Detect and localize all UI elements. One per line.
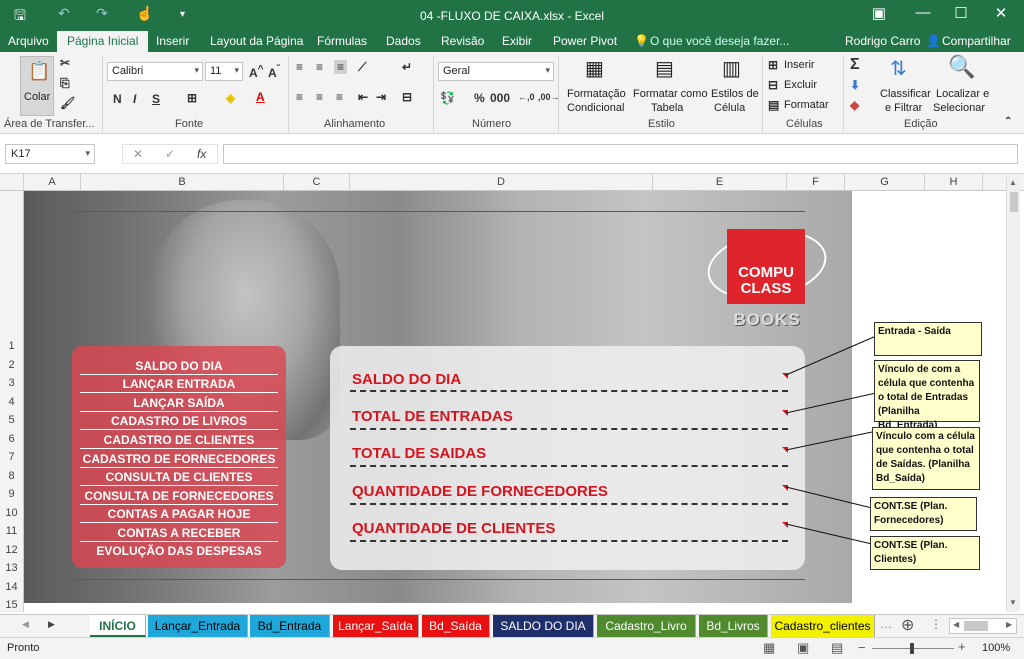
- split-handle-icon[interactable]: ⋮: [930, 617, 942, 631]
- scroll-down-icon[interactable]: ▼: [1009, 598, 1017, 607]
- zoom-in-icon[interactable]: +: [958, 639, 966, 654]
- new-sheet-icon[interactable]: ⊕: [901, 615, 914, 635]
- zoom-out-icon[interactable]: −: [858, 640, 866, 655]
- comment-note[interactable]: CONT.SE (Plan. Clientes): [870, 536, 980, 570]
- sheet-tab-cadastro-livro[interactable]: Cadastro_Livro: [597, 615, 696, 637]
- scroll-thumb[interactable]: [1010, 192, 1018, 212]
- arrow-line: [785, 523, 873, 545]
- page-break-icon[interactable]: ▤: [831, 640, 843, 656]
- vertical-scrollbar[interactable]: ▲ ▼: [1006, 176, 1020, 612]
- sheet-tab-bd-entrada[interactable]: Bd_Entrada: [250, 615, 330, 637]
- arrow-line: [785, 486, 873, 509]
- next-sheet-icon[interactable]: ▶: [48, 619, 55, 630]
- sheet-tab-lancar-saida[interactable]: Lançar_Saída: [333, 615, 419, 637]
- sheet-tab-saldo-do-dia[interactable]: SALDO DO DIA: [493, 615, 594, 637]
- comment-note[interactable]: Vínculo de com a célula que contenha o t…: [874, 360, 980, 431]
- normal-view-icon[interactable]: ▦: [763, 640, 775, 656]
- comment-note[interactable]: Entrada - Saída: [874, 322, 982, 356]
- zoom-level[interactable]: 100%: [982, 642, 1010, 654]
- sheet-tab-lancar-entrada[interactable]: Lançar_Entrada: [148, 615, 248, 637]
- arrow-line: [785, 431, 873, 451]
- status-bar: Pronto ▦ ▣ ▤ − + 100%: [0, 637, 1024, 659]
- page-layout-icon[interactable]: ▣: [797, 640, 809, 656]
- sheet-tab-inicio[interactable]: INÍCIO: [90, 615, 146, 637]
- sheet-tab-bd-livros[interactable]: Bd_Livros: [699, 615, 768, 637]
- sheet-tab-cadastro-clientes[interactable]: Cadastro_clientes: [771, 615, 875, 637]
- more-sheets-icon[interactable]: …: [880, 617, 892, 631]
- arrow-line: [785, 335, 877, 376]
- comment-note[interactable]: Vínculo com a célula que contenha o tota…: [872, 427, 980, 490]
- scroll-left-icon[interactable]: ◀: [953, 620, 959, 629]
- prev-sheet-icon[interactable]: ◀: [22, 619, 29, 630]
- h-scroll-thumb[interactable]: [964, 621, 988, 631]
- scroll-right-icon[interactable]: ▶: [1006, 620, 1012, 629]
- comment-note[interactable]: CONT.SE (Plan. Fornecedores): [870, 497, 977, 531]
- status-text: Pronto: [7, 642, 40, 654]
- sheet-tabs-bar: ◀ ▶ INÍCIO Lançar_Entrada Bd_Entrada Lan…: [0, 614, 1024, 637]
- horizontal-scrollbar[interactable]: ◀ ▶: [949, 618, 1017, 634]
- scroll-up-icon[interactable]: ▲: [1009, 178, 1017, 187]
- sheet-tab-bd-saida[interactable]: Bd_Saída: [422, 615, 490, 637]
- zoom-slider-thumb[interactable]: [910, 643, 914, 654]
- arrow-line: [785, 392, 877, 414]
